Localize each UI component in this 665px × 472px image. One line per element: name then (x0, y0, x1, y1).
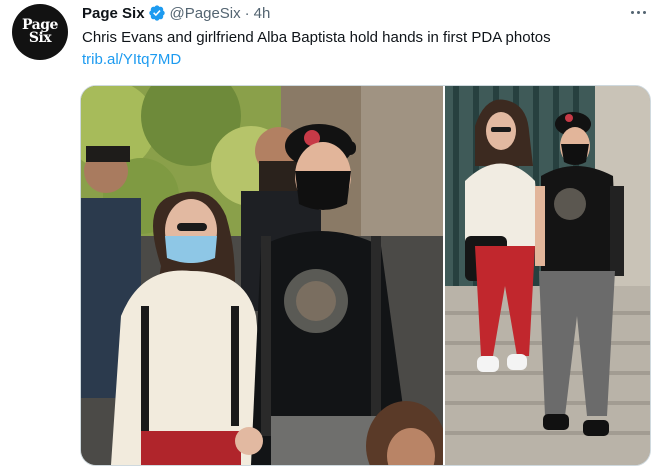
photo-couple-holding-hands[interactable] (81, 86, 443, 465)
photo-1-image (81, 86, 443, 465)
more-options-icon[interactable] (626, 2, 650, 22)
display-name[interactable]: Page Six (82, 5, 145, 22)
tweet-header: Page Six @PageSix · 4h (82, 3, 270, 23)
tweet-timestamp[interactable]: 4h (254, 5, 271, 22)
tweet[interactable]: Page Six Page Six @PageSix · 4h Chris Ev… (0, 0, 665, 472)
more-dot (642, 10, 646, 14)
tweet-link[interactable]: trib.al/YItq7MD (82, 50, 181, 70)
avatar-logo-line2: Six (28, 30, 52, 46)
account-handle[interactable]: @PageSix (170, 5, 241, 22)
verified-badge-icon (148, 5, 165, 21)
account-avatar[interactable]: Page Six (12, 4, 68, 60)
separator-dot: · (244, 4, 250, 22)
photo-2-image (445, 86, 650, 465)
more-dot (630, 10, 634, 14)
more-dot (636, 10, 640, 14)
media-grid (80, 85, 651, 466)
tweet-text: Chris Evans and girlfriend Alba Baptista… (82, 29, 551, 46)
photo-couple-on-steps[interactable] (445, 86, 650, 465)
